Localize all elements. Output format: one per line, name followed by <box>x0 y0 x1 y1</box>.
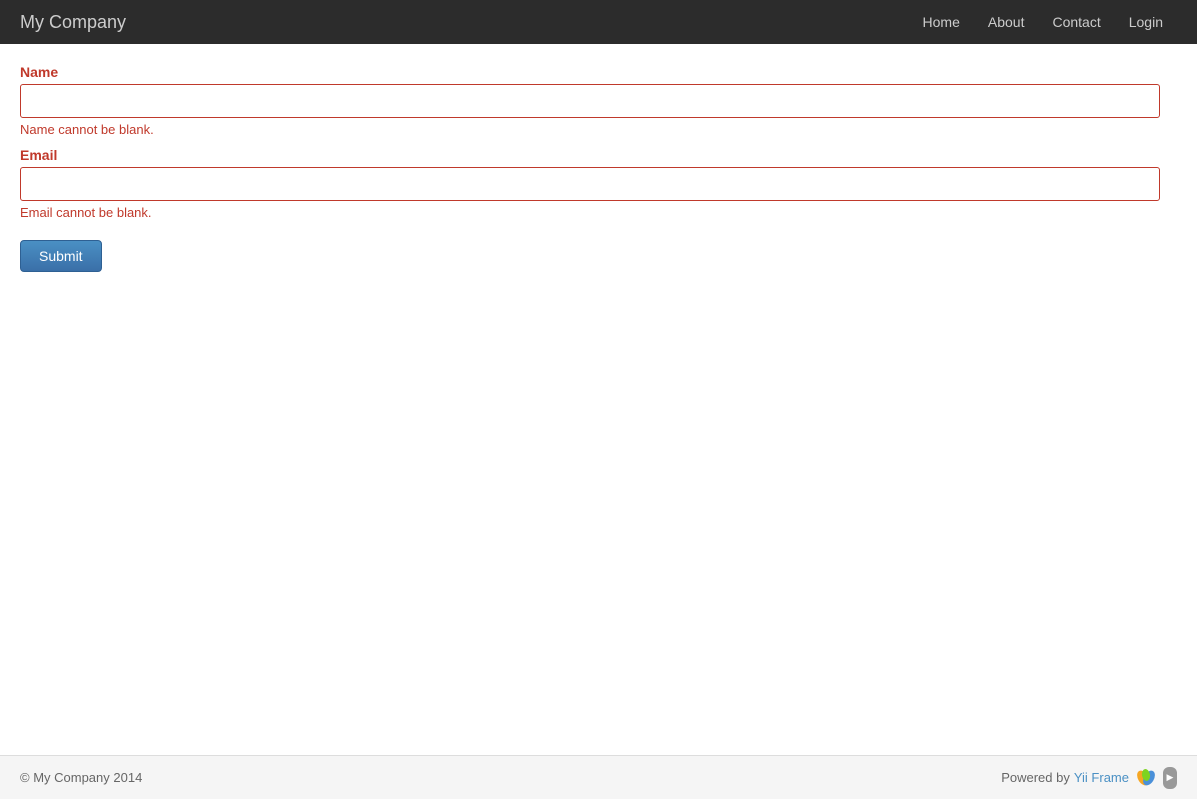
contact-form: Name Name cannot be blank. Email Email c… <box>20 64 1177 272</box>
name-error: Name cannot be blank. <box>20 122 1177 137</box>
nav-link-login[interactable]: Login <box>1115 2 1177 42</box>
nav-item-contact: Contact <box>1038 2 1114 42</box>
main-content: Name Name cannot be blank. Email Email c… <box>0 44 1197 755</box>
nav-item-about: About <box>974 2 1039 42</box>
email-input[interactable] <box>20 167 1160 201</box>
submit-button[interactable]: Submit <box>20 240 102 272</box>
powered-text: Powered by <box>1001 770 1070 785</box>
scroll-indicator: ▶ <box>1163 767 1177 789</box>
nav-item-login: Login <box>1115 2 1177 42</box>
name-input[interactable] <box>20 84 1160 118</box>
navbar-brand[interactable]: My Company <box>20 12 126 33</box>
nav-link-about[interactable]: About <box>974 2 1039 42</box>
email-error: Email cannot be blank. <box>20 205 1177 220</box>
email-form-group: Email Email cannot be blank. <box>20 147 1177 220</box>
name-form-group: Name Name cannot be blank. <box>20 64 1177 137</box>
footer: © My Company 2014 Powered by Yii Frame ▶ <box>0 755 1197 799</box>
name-label: Name <box>20 64 1177 80</box>
nav-item-home: Home <box>909 2 974 42</box>
email-label: Email <box>20 147 1177 163</box>
navbar-nav: Home About Contact Login <box>909 2 1177 42</box>
footer-powered: Powered by Yii Frame ▶ <box>1001 767 1177 789</box>
nav-link-contact[interactable]: Contact <box>1038 2 1114 42</box>
footer-copyright: © My Company 2014 <box>20 770 142 785</box>
yii-logo-svg <box>1135 767 1157 789</box>
yii-logo <box>1135 767 1157 789</box>
nav-link-home[interactable]: Home <box>909 2 974 42</box>
navbar: My Company Home About Contact Login <box>0 0 1197 44</box>
yii-link[interactable]: Yii Frame <box>1074 770 1129 785</box>
